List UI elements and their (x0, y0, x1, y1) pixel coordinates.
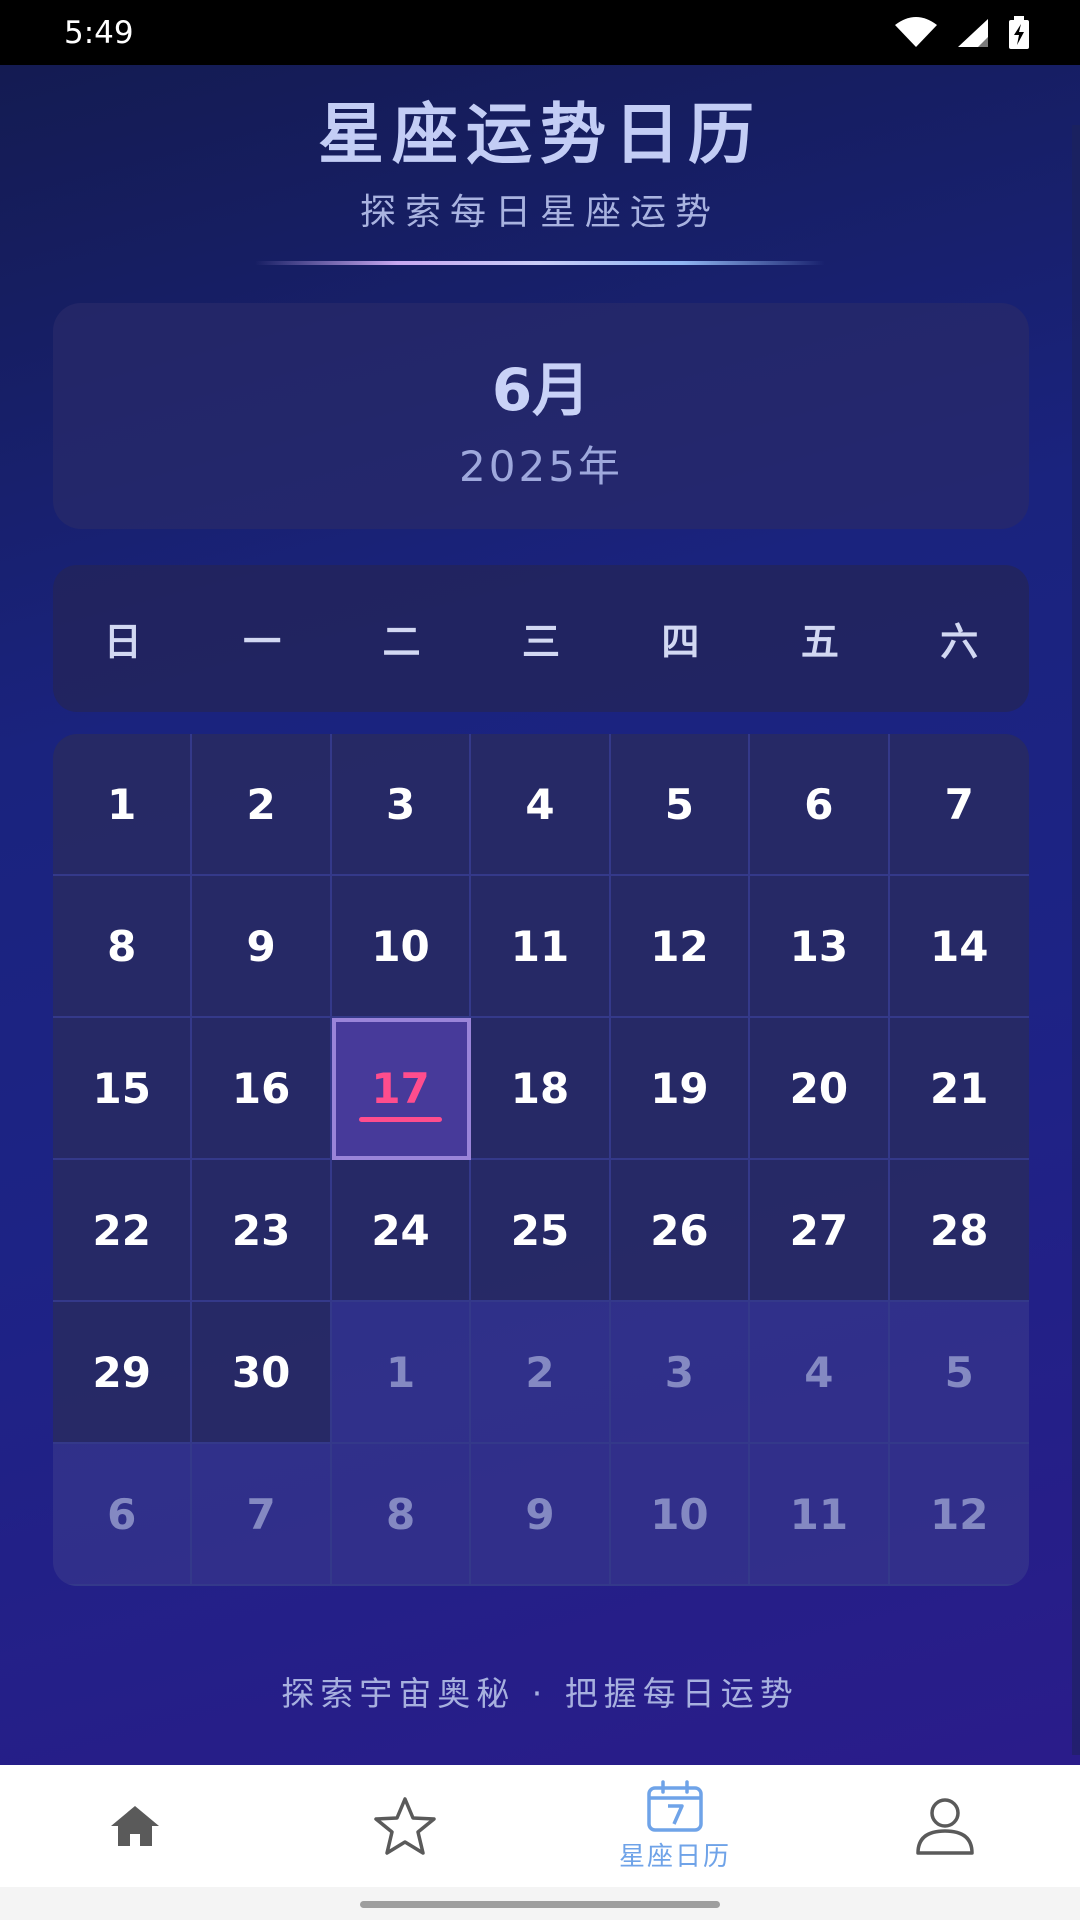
calendar-day[interactable]: 27 (750, 1160, 890, 1302)
calendar-day-adjacent-month[interactable]: 2 (471, 1302, 611, 1444)
weekday-label: 二 (382, 620, 421, 664)
footer-tagline: 探索宇宙奥秘 · 把握每日运势 (281, 1674, 799, 1713)
calendar-day[interactable]: 28 (889, 1160, 1029, 1302)
calendar-day-adjacent-month[interactable]: 3 (610, 1302, 751, 1444)
calendar-day[interactable]: 2 (192, 734, 332, 876)
nav-fortune[interactable] (270, 1765, 540, 1887)
calendar-day[interactable]: 10 (331, 876, 472, 1018)
calendar-day[interactable]: 19 (610, 1018, 751, 1160)
calendar-day[interactable]: 11 (471, 876, 611, 1018)
gesture-handle[interactable] (360, 1901, 720, 1908)
calendar-day[interactable]: 5 (610, 734, 751, 876)
status-icons (894, 15, 1030, 50)
wifi-icon (895, 16, 937, 47)
calendar-day[interactable]: 7 (889, 734, 1029, 876)
calendar-day[interactable]: 3 (331, 734, 472, 876)
nav-label: 星座日历 (618, 1841, 731, 1872)
calendar-day[interactable]: 14 (889, 876, 1029, 1018)
gesture-bar (0, 1887, 1080, 1920)
calendar-day[interactable]: 4 (471, 734, 611, 876)
page-subtitle: 探索每日星座运势 (359, 192, 720, 233)
calendar-day-adjacent-month[interactable]: 10 (610, 1444, 751, 1586)
calendar-day[interactable]: 25 (471, 1160, 611, 1302)
title-divider (255, 261, 825, 265)
calendar-day[interactable]: 13 (750, 876, 890, 1018)
calendar-day-adjacent-month[interactable]: 11 (750, 1444, 890, 1586)
month-label: 6月 (491, 356, 591, 424)
status-bar: 5:49 (0, 0, 1080, 65)
calendar-day[interactable]: 8 (53, 876, 193, 1018)
weekday-label: 六 (940, 620, 979, 664)
weekday-label: 一 (243, 620, 282, 664)
nav-profile[interactable] (810, 1765, 1080, 1887)
page-title: 星座运势日历 (318, 96, 762, 173)
calendar-day-adjacent-month[interactable]: 1 (331, 1302, 472, 1444)
status-time: 5:49 (64, 14, 134, 51)
weekday-label: 五 (800, 620, 839, 664)
calendar-day-today[interactable]: 17 (331, 1018, 472, 1160)
battery-charging-icon (1009, 15, 1029, 49)
calendar-day[interactable]: 18 (471, 1018, 611, 1160)
calendar-day[interactable]: 24 (331, 1160, 472, 1302)
calendar-day[interactable]: 15 (53, 1018, 193, 1160)
calendar-day-adjacent-month[interactable]: 8 (331, 1444, 472, 1586)
weekday-label: 四 (661, 620, 700, 664)
calendar-day[interactable]: 20 (750, 1018, 890, 1160)
calendar-day[interactable]: 30 (192, 1302, 332, 1444)
weekday-header: 日 一 二 三 四 五 六 (53, 565, 1029, 712)
calendar-day[interactable]: 12 (610, 876, 751, 1018)
calendar-day[interactable]: 6 (750, 734, 890, 876)
signal-icon (958, 18, 988, 47)
calendar-day-adjacent-month[interactable]: 9 (471, 1444, 611, 1586)
scrollbar[interactable] (1072, 125, 1080, 1755)
calendar-day[interactable]: 22 (53, 1160, 193, 1302)
nav-home[interactable] (0, 1765, 270, 1887)
calendar-day-adjacent-month[interactable]: 6 (53, 1444, 193, 1586)
calendar-day[interactable]: 29 (53, 1302, 193, 1444)
calendar-grid: 1 2 3 4 5 6 7 8 9 10 11 12 13 14 15 16 17 18 19 20 21 22 23 24 2… (53, 734, 1029, 1586)
year-label: 2025年 (459, 442, 623, 491)
calendar-day[interactable]: 26 (610, 1160, 751, 1302)
bottom-nav: 星座日历 (0, 1765, 1080, 1887)
calendar-day[interactable]: 9 (192, 876, 332, 1018)
weekday-label: 三 (521, 620, 560, 664)
month-card: 6月 2025年 (53, 303, 1029, 529)
weekday-label: 日 (103, 620, 142, 664)
calendar-day[interactable]: 23 (192, 1160, 332, 1302)
person-icon (916, 1798, 974, 1855)
calendar-day-adjacent-month[interactable]: 12 (889, 1444, 1029, 1586)
star-icon (374, 1797, 436, 1855)
calendar-day-adjacent-month[interactable]: 4 (750, 1302, 890, 1444)
calendar-icon (647, 1779, 703, 1832)
home-icon (111, 1806, 159, 1846)
calendar-day-adjacent-month[interactable]: 7 (192, 1444, 332, 1586)
calendar-day[interactable]: 1 (53, 734, 193, 876)
main-content[interactable]: 星座运势日历 探索每日星座运势 6月 2025年 日 一 二 三 四 五 六 1… (0, 65, 1080, 1765)
nav-zodiac-calendar[interactable]: 星座日历 (540, 1765, 810, 1887)
calendar-day[interactable]: 21 (889, 1018, 1029, 1160)
calendar-day[interactable]: 16 (192, 1018, 332, 1160)
calendar-day-adjacent-month[interactable]: 5 (889, 1302, 1029, 1444)
